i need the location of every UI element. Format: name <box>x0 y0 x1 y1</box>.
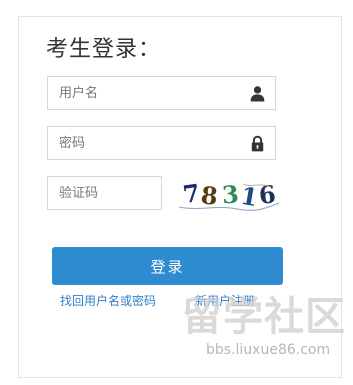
username-field-box <box>47 76 276 110</box>
register-link[interactable]: 新用户注册 <box>195 292 255 309</box>
password-input[interactable] <box>48 127 275 159</box>
page-title: 考生登录： <box>46 37 162 62</box>
username-input[interactable] <box>48 77 275 109</box>
login-button[interactable]: 登录 <box>52 247 283 285</box>
captcha-field-box <box>47 176 162 210</box>
forgot-credentials-link[interactable]: 找回用户名或密码 <box>60 292 156 309</box>
captcha-image[interactable]: 7 8 3 1 6 <box>177 178 281 212</box>
captcha-input[interactable] <box>48 177 161 209</box>
captcha-noise <box>178 183 280 211</box>
user-icon <box>250 86 265 102</box>
password-field-box <box>47 126 276 160</box>
lock-icon <box>251 135 264 152</box>
